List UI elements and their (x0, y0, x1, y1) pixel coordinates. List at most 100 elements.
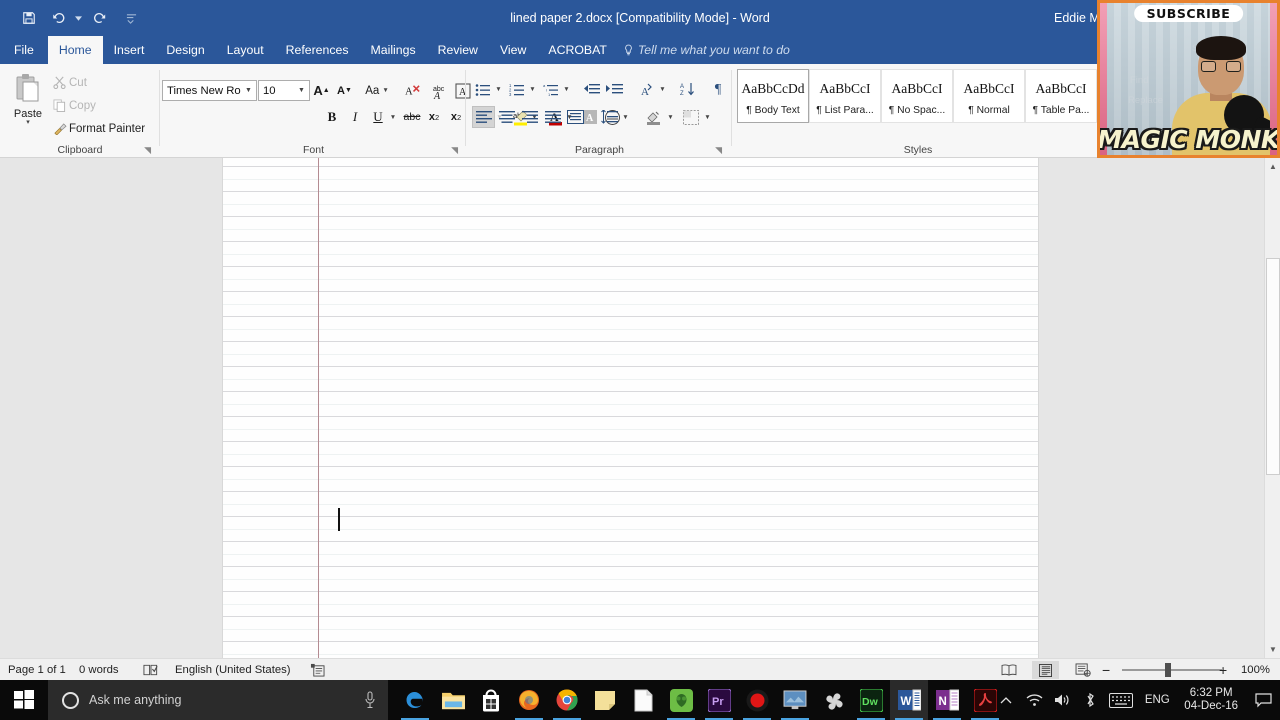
borders-dropdown-icon[interactable]: ▼ (702, 106, 713, 128)
style-item-table-paragraph[interactable]: AaBbCcI ¶ Table Pa... (1025, 69, 1097, 123)
strikethrough-button[interactable]: abc (401, 106, 423, 128)
grow-font-button[interactable]: A ▲ (311, 80, 332, 101)
tab-insert[interactable]: Insert (103, 36, 156, 64)
vertical-scrollbar[interactable]: ▲ ▼ (1264, 158, 1280, 658)
paste-dropdown-icon[interactable]: ▾ (8, 119, 48, 126)
cortana-circle-icon[interactable] (62, 691, 79, 709)
cut-button[interactable]: Cut (50, 72, 87, 93)
microsoft-store-icon[interactable] (472, 680, 510, 720)
bullets-dropdown-icon[interactable]: ▼ (493, 79, 504, 100)
chevron-up-icon[interactable] (992, 696, 1020, 705)
subscribe-badge[interactable]: SUBSCRIBE (1133, 5, 1244, 22)
zoom-out-button[interactable]: − (1102, 659, 1110, 681)
zoom-in-button[interactable]: + (1219, 659, 1227, 681)
style-item-no-spacing[interactable]: AaBbCcI ¶ No Spac... (881, 69, 953, 123)
fan-icon[interactable] (814, 680, 852, 720)
web-layout-view-button[interactable] (1070, 661, 1097, 679)
align-right-button[interactable] (518, 106, 541, 128)
speaker-icon[interactable] (1048, 693, 1076, 707)
tab-acrobat[interactable]: ACROBAT (537, 36, 618, 64)
premiere-pro-icon[interactable]: Pr (700, 680, 738, 720)
bluetooth-icon[interactable] (1076, 692, 1104, 708)
tell-me-search[interactable]: Tell me what you want to do (618, 36, 798, 64)
scrollbar-thumb[interactable] (1266, 258, 1280, 475)
increase-indent-button[interactable] (603, 79, 625, 100)
copy-button[interactable]: Copy (50, 95, 96, 116)
word-icon[interactable]: W (890, 680, 928, 720)
shading-dropdown-icon[interactable]: ▼ (665, 106, 676, 128)
justify-button[interactable] (541, 106, 564, 128)
font-size-dropdown-icon[interactable]: ▼ (295, 87, 308, 94)
shading-button[interactable] (642, 106, 665, 128)
line-spacing-dropdown-icon[interactable]: ▼ (620, 106, 631, 128)
notepad-icon[interactable] (624, 680, 662, 720)
tab-layout[interactable]: Layout (216, 36, 275, 64)
bold-button[interactable]: B (321, 106, 343, 128)
evernote-icon[interactable] (662, 680, 700, 720)
document-canvas[interactable] (0, 158, 1264, 658)
font-name-combobox[interactable]: Times New Ro ▼ (162, 80, 257, 101)
asian-layout-button[interactable]: A (635, 79, 657, 100)
wifi-icon[interactable] (1020, 693, 1048, 707)
numbering-dropdown-icon[interactable]: ▼ (527, 79, 538, 100)
zoom-slider-thumb[interactable] (1165, 663, 1171, 677)
shrink-font-button[interactable]: A ▼ (334, 80, 355, 101)
sort-button[interactable]: AZ (677, 79, 699, 100)
microphone-icon[interactable] (364, 691, 376, 714)
borders-button[interactable] (679, 106, 702, 128)
subscript-button[interactable]: x2 (423, 106, 445, 128)
tab-home[interactable]: Home (47, 36, 103, 64)
format-painter-button[interactable]: Format Painter (50, 118, 145, 139)
zoom-slider-track[interactable] (1122, 669, 1222, 671)
chrome-icon[interactable] (548, 680, 586, 720)
align-center-button[interactable] (495, 106, 518, 128)
scroll-up-icon[interactable]: ▲ (1265, 158, 1280, 175)
windows-start-icon[interactable] (0, 680, 48, 720)
document-page[interactable] (223, 158, 1038, 658)
multilevel-list-button[interactable]: a i 1 (540, 79, 561, 100)
zoom-level-label[interactable]: 100% (1241, 659, 1270, 681)
macro-recording-icon[interactable] (310, 659, 325, 681)
clipboard-dialog-launcher[interactable]: ◥ (144, 146, 151, 155)
scroll-down-icon[interactable]: ▼ (1265, 641, 1280, 658)
clock[interactable]: 6:32 PM 04-Dec-16 (1176, 687, 1246, 713)
file-explorer-icon[interactable] (434, 680, 472, 720)
text-effects-button[interactable]: abc A (427, 80, 450, 101)
display-icon[interactable] (776, 680, 814, 720)
page-indicator[interactable]: Page 1 of 1 (8, 659, 66, 681)
paste-button[interactable]: Paste ▾ (8, 69, 48, 137)
font-dialog-launcher[interactable]: ◥ (451, 146, 458, 155)
word-count[interactable]: 0 words (79, 659, 119, 681)
record-icon[interactable] (738, 680, 776, 720)
onenote-icon[interactable]: N (928, 680, 966, 720)
language-indicator[interactable]: English (United States) (175, 659, 291, 681)
asian-layout-dropdown-icon[interactable]: ▼ (657, 79, 668, 100)
change-case-button[interactable]: Aa ▼ (360, 80, 394, 101)
search-input[interactable]: Ask me anything (48, 680, 388, 720)
superscript-button[interactable]: x2 (445, 106, 467, 128)
align-left-button[interactable] (472, 106, 495, 128)
firefox-icon[interactable] (510, 680, 548, 720)
clear-formatting-button[interactable]: A (402, 80, 425, 101)
font-size-combobox[interactable]: 10 ▼ (258, 80, 310, 101)
style-item-normal[interactable]: AaBbCcI ¶ Normal (953, 69, 1025, 123)
show-formatting-marks-button[interactable]: ¶ (707, 79, 729, 100)
italic-button[interactable]: I (344, 106, 366, 128)
touch-keyboard-icon[interactable] (1104, 692, 1138, 708)
line-spacing-button[interactable] (598, 106, 620, 128)
underline-dropdown-icon[interactable]: ▼ (387, 106, 399, 128)
tab-review[interactable]: Review (427, 36, 489, 64)
multilevel-dropdown-icon[interactable]: ▼ (561, 79, 572, 100)
numbering-button[interactable]: 1 2 3 (506, 79, 527, 100)
edge-icon[interactable] (396, 680, 434, 720)
sticky-notes-icon[interactable] (586, 680, 624, 720)
paragraph-dialog-launcher[interactable]: ◥ (715, 146, 722, 155)
font-name-dropdown-icon[interactable]: ▼ (242, 87, 255, 94)
style-item-list-paragraph[interactable]: AaBbCcI ¶ List Para... (809, 69, 881, 123)
distributed-button[interactable] (564, 106, 587, 128)
dreamweaver-icon[interactable]: Dw (852, 680, 890, 720)
tab-references[interactable]: References (275, 36, 360, 64)
notifications-icon[interactable] (1246, 692, 1280, 708)
spelling-and-grammar-check-icon[interactable] (143, 659, 159, 681)
tab-design[interactable]: Design (155, 36, 215, 64)
